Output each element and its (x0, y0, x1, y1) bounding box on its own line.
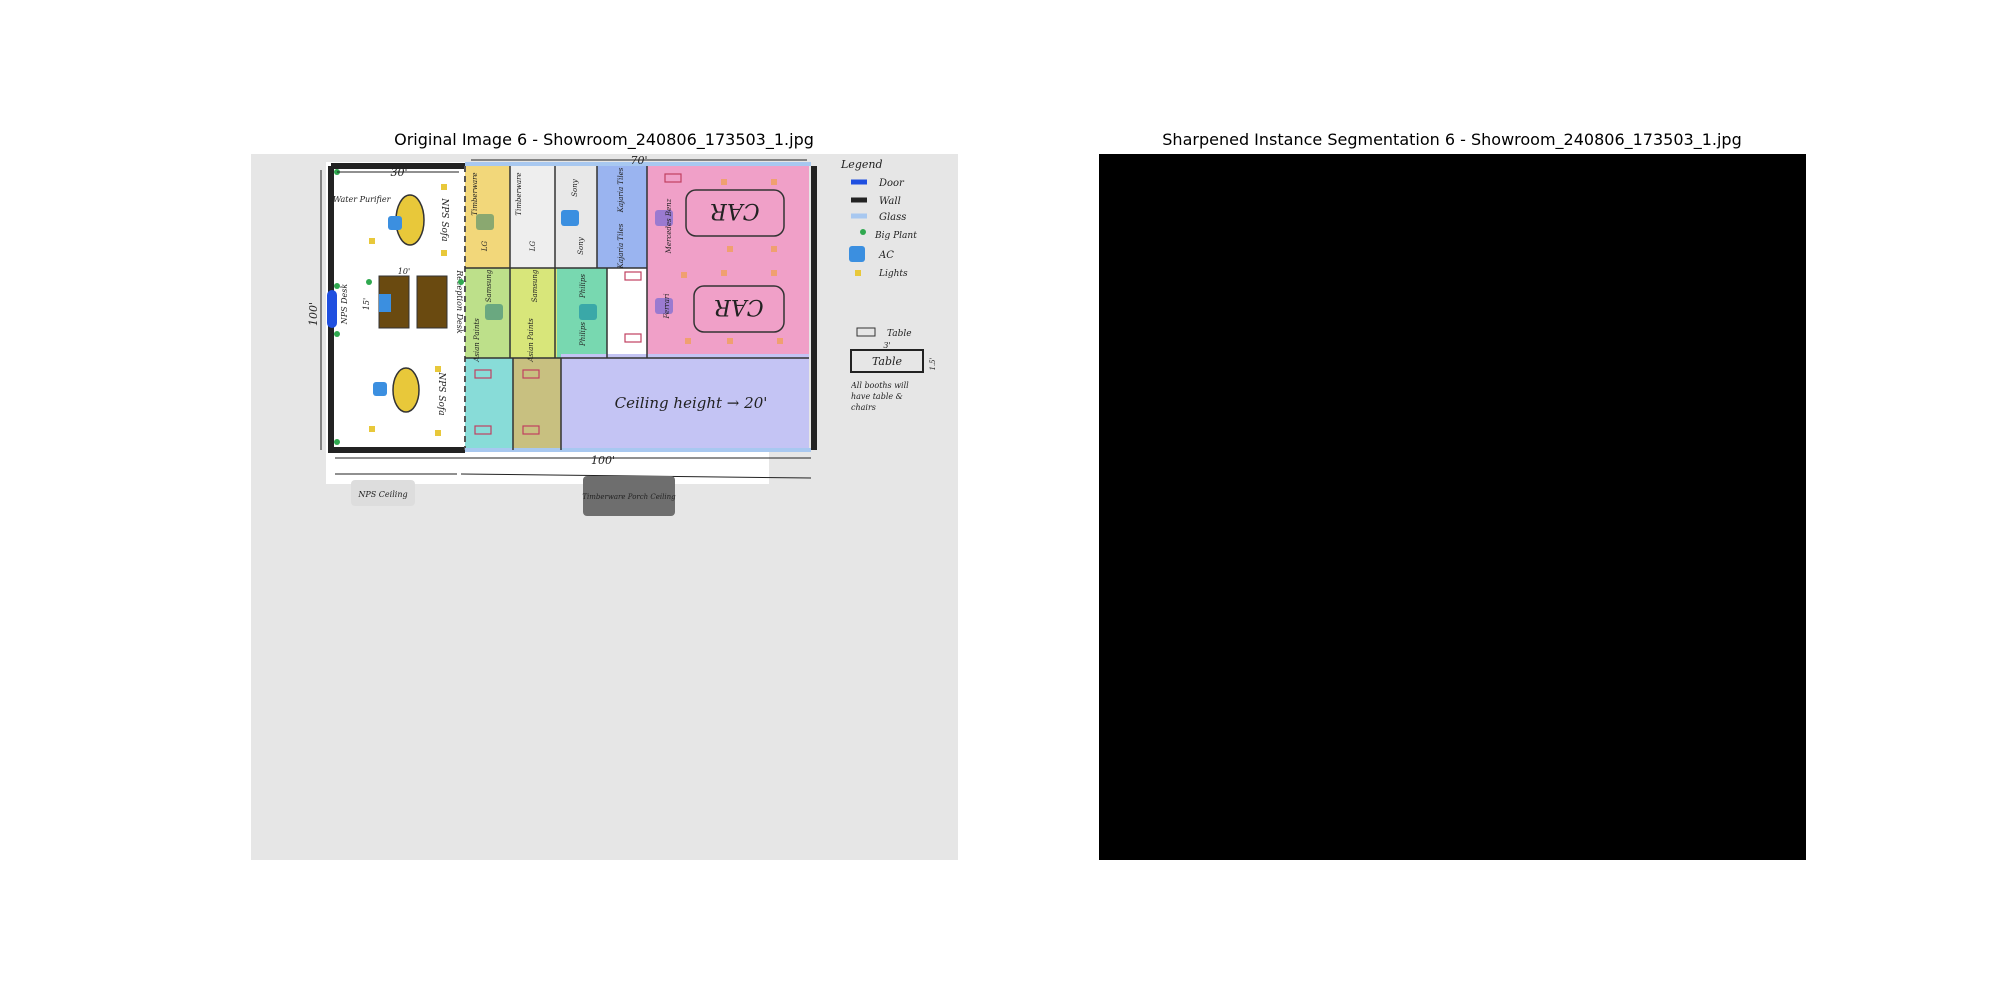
floor-plan-drawing: CAR CAR Ceiling height → 20' NPS Sofa NP… (307, 154, 937, 516)
legend-table-dim-side: 1.5' (929, 357, 937, 370)
dim-bottom-label: 100' (591, 454, 615, 467)
desk-right (416, 275, 448, 329)
booth-label: Asian Paints (527, 318, 535, 363)
door-icon (327, 290, 337, 328)
booth-label: Philips (579, 274, 587, 299)
booth-label: LG (481, 240, 489, 252)
dim-15-label: 15' (362, 298, 371, 310)
legend-table-dim: 3' (883, 341, 890, 350)
water-purifier-label: Water Purifier (333, 195, 392, 204)
booth-label: Asian Paints (473, 318, 481, 363)
booth-label: Sony (577, 236, 585, 255)
nps-ceiling-label: NPS Ceiling (357, 490, 407, 499)
booth-label: LG (529, 240, 537, 252)
legend-table-icon (856, 327, 876, 337)
booth-label: Samsung (485, 269, 493, 302)
legend-label: AC (878, 250, 894, 261)
booth-label: Ferrari (663, 293, 671, 319)
timberware-ceiling-label: Timberware Porch Ceiling (582, 493, 676, 501)
booth-label: Samsung (531, 269, 539, 302)
booth-label: Timberware (471, 172, 479, 215)
nps-sofa-label-2: NPS Sofa (436, 371, 446, 415)
booth-mercedes-ferrari (647, 166, 809, 356)
segmentation-panel (1099, 154, 1806, 860)
dim-10-label: 10' (398, 267, 410, 276)
nps-desk-label: NPS Desk (340, 284, 349, 326)
booth-label: Mercedes Benz (665, 198, 673, 254)
booth-label: Kajaria Tiles (617, 223, 625, 269)
ac-icon (373, 382, 387, 396)
legend-label: Wall (879, 196, 901, 207)
sofa-bottom (392, 367, 420, 413)
original-image-panel: CAR CAR Ceiling height → 20' NPS Sofa NP… (251, 154, 958, 860)
booth-label: Philips (579, 322, 587, 347)
nps-sofa-label-1: NPS Sofa (439, 197, 449, 241)
legend-label: Door (878, 178, 905, 189)
booth-label: Sony (571, 178, 579, 197)
legend-table-box-label: Table (872, 355, 903, 368)
legend-title: Legend (840, 158, 883, 171)
booth-asian-paints-2 (513, 358, 561, 450)
booth-asian-paints (465, 358, 513, 450)
ac-icon (561, 210, 579, 226)
dim-30-label: 30' (390, 166, 407, 179)
booth-label: Timberware (515, 172, 523, 215)
desk-monitor (379, 294, 391, 312)
legend-note-container: All booths will have table & chairs (851, 381, 909, 412)
legend-table-label: Table (887, 329, 912, 339)
right-panel-title: Sharpened Instance Segmentation 6 - Show… (1162, 130, 1742, 149)
ac-icon (485, 304, 503, 320)
left-panel-title: Original Image 6 - Showroom_240806_17350… (394, 130, 814, 149)
legend-label: Big Plant (874, 231, 917, 241)
booth-label: Kajaria Tiles (617, 167, 625, 213)
ac-icon (579, 304, 597, 320)
legend-label: Glass (879, 212, 906, 223)
dim-height-label: 100' (307, 302, 320, 326)
legend-label: Lights (878, 269, 908, 279)
reception-desk-label: Reception Desk (455, 269, 464, 334)
ceiling-height-note: Ceiling height → 20' (615, 394, 768, 412)
dim-70-label: 70' (630, 154, 647, 167)
legend-items: Door Wall Glass Big Plant AC Lights (849, 178, 917, 279)
car-label-2: CAR (714, 294, 763, 319)
legend-note: All booths will have table & chairs (851, 381, 909, 412)
ac-icon (388, 216, 402, 230)
car-label-1: CAR (710, 198, 759, 223)
